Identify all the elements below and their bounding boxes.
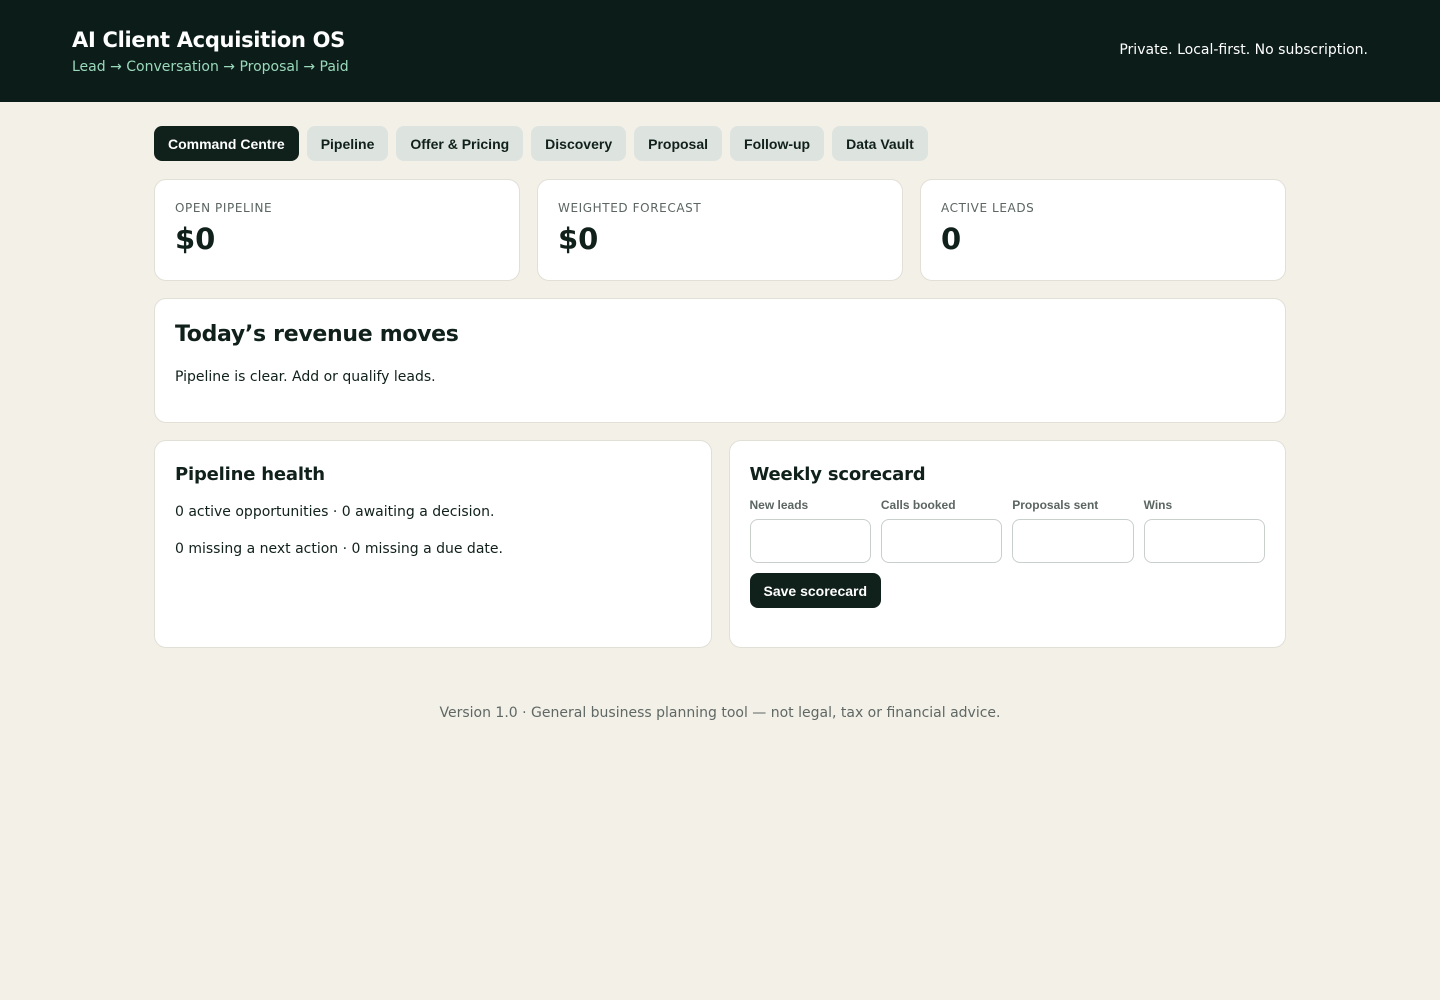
field-calls-booked: Calls booked: [880, 498, 1003, 563]
pipeline-health-card: Pipeline health 0 active opportunities ·…: [154, 440, 712, 648]
metrics-row: OPEN PIPELINE $0 WEIGHTED FORECAST $0 AC…: [154, 179, 1286, 281]
field-wins: Wins: [1143, 498, 1265, 563]
field-proposals-sent: Proposals sent: [1012, 498, 1134, 563]
tab-bar: Command Centre Pipeline Offer & Pricing …: [154, 126, 1286, 161]
footer-disclaimer: Version 1.0 · General business planning …: [439, 705, 1001, 721]
metric-open-pipeline: OPEN PIPELINE $0: [154, 179, 520, 281]
bottom-panels: Pipeline health 0 active opportunities ·…: [154, 440, 1286, 648]
scorecard-fields: New leads Calls booked Proposals sent Wi…: [749, 498, 1265, 563]
weekly-scorecard-title: Weekly scorecard: [749, 464, 926, 485]
new-leads-input[interactable]: [749, 519, 871, 563]
calls-booked-label: Calls booked: [880, 498, 956, 512]
calls-booked-input[interactable]: [880, 519, 1003, 563]
metric-value: 0: [941, 222, 962, 256]
brand: AI Client Acquisition OS Lead → Conversa…: [72, 0, 349, 75]
metric-value: $0: [558, 222, 599, 256]
new-leads-label: New leads: [749, 498, 809, 512]
metric-label: OPEN PIPELINE: [175, 201, 273, 215]
main-content: Command Centre Pipeline Offer & Pricing …: [154, 126, 1286, 722]
wins-input[interactable]: [1143, 519, 1265, 563]
tab-command-centre[interactable]: Command Centre: [154, 126, 299, 161]
weekly-scorecard-card: Weekly scorecard New leads Calls booked …: [728, 440, 1286, 648]
app-title: AI Client Acquisition OS: [72, 28, 346, 52]
revenue-moves-card: Today’s revenue moves Pipeline is clear.…: [154, 298, 1286, 423]
pipeline-health-title: Pipeline health: [175, 464, 325, 485]
metric-label: ACTIVE LEADS: [941, 201, 1035, 215]
tab-follow-up[interactable]: Follow-up: [730, 126, 825, 161]
tab-discovery[interactable]: Discovery: [531, 126, 627, 161]
wins-label: Wins: [1143, 498, 1173, 512]
app-header: AI Client Acquisition OS Lead → Conversa…: [0, 0, 1440, 102]
metric-value: $0: [175, 222, 216, 256]
revenue-moves-title: Today’s revenue moves: [175, 322, 459, 347]
save-scorecard-button[interactable]: Save scorecard: [749, 573, 882, 608]
metric-active-leads: ACTIVE LEADS 0: [920, 179, 1286, 281]
app-subtitle: Lead → Conversation → Proposal → Paid: [72, 59, 349, 75]
tab-offer-pricing[interactable]: Offer & Pricing: [396, 126, 524, 161]
proposals-sent-label: Proposals sent: [1012, 498, 1099, 512]
metric-weighted-forecast: WEIGHTED FORECAST $0: [537, 179, 903, 281]
revenue-moves-text: Pipeline is clear. Add or qualify leads.: [175, 369, 436, 385]
tab-data-vault[interactable]: Data Vault: [832, 126, 928, 161]
field-new-leads: New leads: [749, 498, 871, 563]
pipeline-health-line-1: 0 active opportunities · 0 awaiting a de…: [175, 504, 495, 520]
tab-pipeline[interactable]: Pipeline: [306, 126, 389, 161]
metric-label: WEIGHTED FORECAST: [558, 201, 702, 215]
pipeline-health-line-2: 0 missing a next action · 0 missing a du…: [175, 541, 503, 557]
tab-proposal[interactable]: Proposal: [634, 126, 723, 161]
privacy-note: Private. Local-first. No subscription.: [1119, 42, 1368, 58]
proposals-sent-input[interactable]: [1012, 519, 1134, 563]
